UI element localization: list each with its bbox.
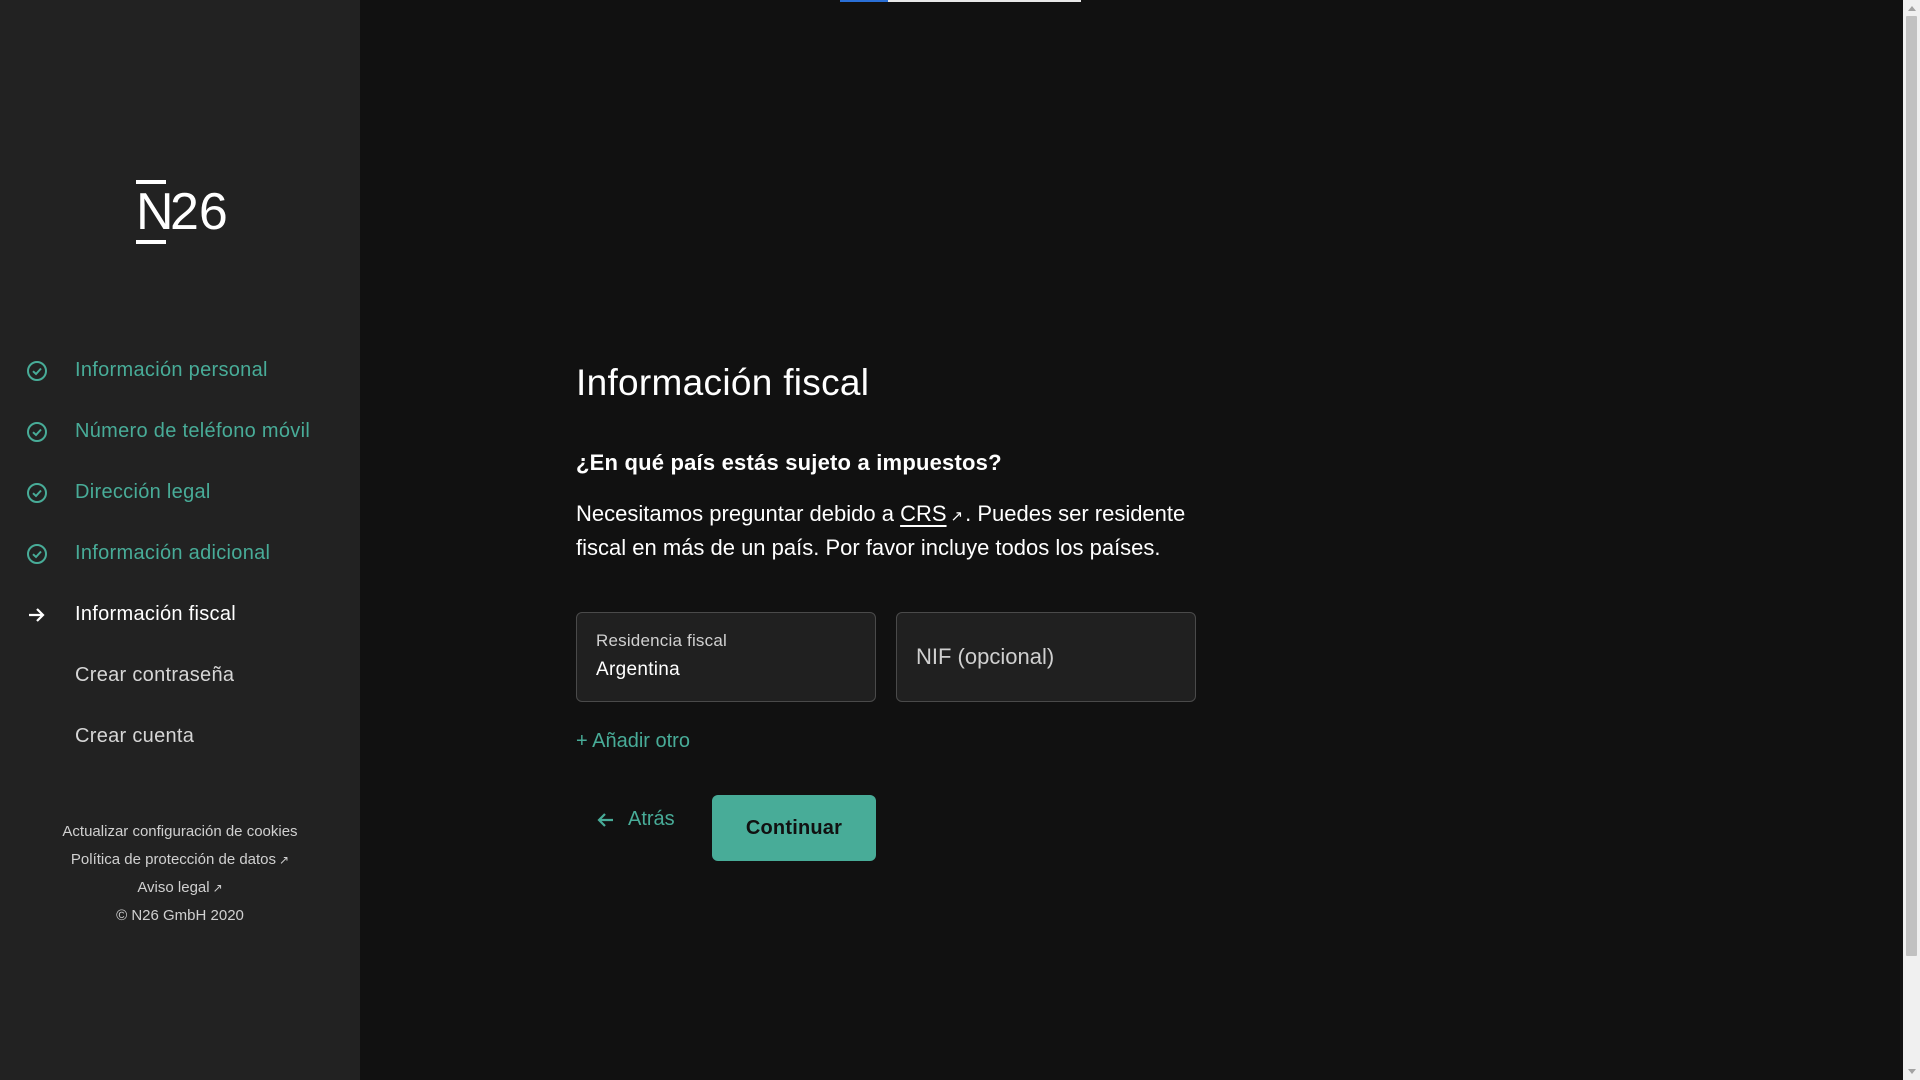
external-link-icon: ↗ (212, 881, 223, 895)
tax-residence-select[interactable]: Residencia fiscal Argentina (576, 612, 876, 702)
add-other-button[interactable]: + Añadir otro (576, 730, 690, 753)
check-circle-icon (25, 481, 49, 505)
continue-button[interactable]: Continuar (712, 795, 876, 861)
copyright: © N26 GmbH 2020 (116, 907, 244, 924)
crs-link[interactable]: CRS (900, 501, 946, 526)
back-label: Atrás (628, 808, 675, 830)
check-circle-icon (25, 542, 49, 566)
n26-logo[interactable]: N 26 (136, 180, 228, 244)
check-circle-icon (25, 420, 49, 444)
arrow-right-icon (25, 603, 49, 627)
step-tax-info: Información fiscal (0, 584, 360, 645)
step-label: Información fiscal (75, 603, 237, 625)
logo-number: 26 (170, 183, 228, 241)
back-button[interactable]: Atrás (596, 808, 675, 831)
step-mobile-phone: Número de teléfono móvil (0, 401, 360, 462)
progress-bar (840, 0, 1081, 2)
step-additional-info: Información adicional (0, 523, 360, 584)
logo-n: N (136, 180, 174, 244)
scroll-up-arrow-icon[interactable] (1903, 0, 1920, 16)
privacy-policy-link[interactable]: Política de protección de datos ↗ (0, 846, 360, 874)
nif-input[interactable] (897, 613, 1195, 701)
description: Necesitamos preguntar debido a CRS ↗. Pue… (576, 501, 1186, 560)
scroll-down-arrow-icon[interactable] (1903, 1064, 1920, 1080)
nif-field[interactable] (896, 612, 1196, 702)
tax-question: ¿En qué país estás sujeto a impuestos? (576, 450, 1002, 475)
sidebar-footer: Actualizar configuración de cookies Polí… (0, 818, 360, 930)
arrow-left-icon (596, 812, 614, 828)
check-circle-icon (25, 359, 49, 383)
step-personal-info: Información personal (0, 340, 360, 401)
page-title: Información fiscal (576, 362, 870, 403)
sidebar: N 26 Información personal Número de telé… (0, 0, 360, 1080)
scrollbar[interactable] (1903, 0, 1920, 1080)
onboarding-steps: Información personal Número de teléfono … (0, 340, 360, 767)
step-label: Número de teléfono móvil (75, 420, 311, 442)
external-link-icon: ↗ (950, 508, 964, 525)
step-label: Información adicional (75, 542, 271, 564)
step-legal-address: Dirección legal (0, 462, 360, 523)
step-label: Crear cuenta (75, 725, 195, 747)
tax-residence-value: Argentina (596, 659, 681, 680)
step-label: Información personal (75, 359, 268, 381)
cookie-settings-link[interactable]: Actualizar configuración de cookies (0, 818, 360, 846)
legal-notice-link[interactable]: Aviso legal ↗ (0, 874, 360, 902)
progress-fill (840, 0, 889, 2)
scrollbar-thumb[interactable] (1906, 16, 1917, 956)
step-create-password: Crear contraseña (0, 645, 360, 706)
external-link-icon: ↗ (279, 853, 290, 867)
step-label: Dirección legal (75, 481, 211, 503)
step-create-account: Crear cuenta (0, 706, 360, 767)
tax-residence-label: Residencia fiscal (596, 631, 727, 650)
step-label: Crear contraseña (75, 664, 235, 686)
